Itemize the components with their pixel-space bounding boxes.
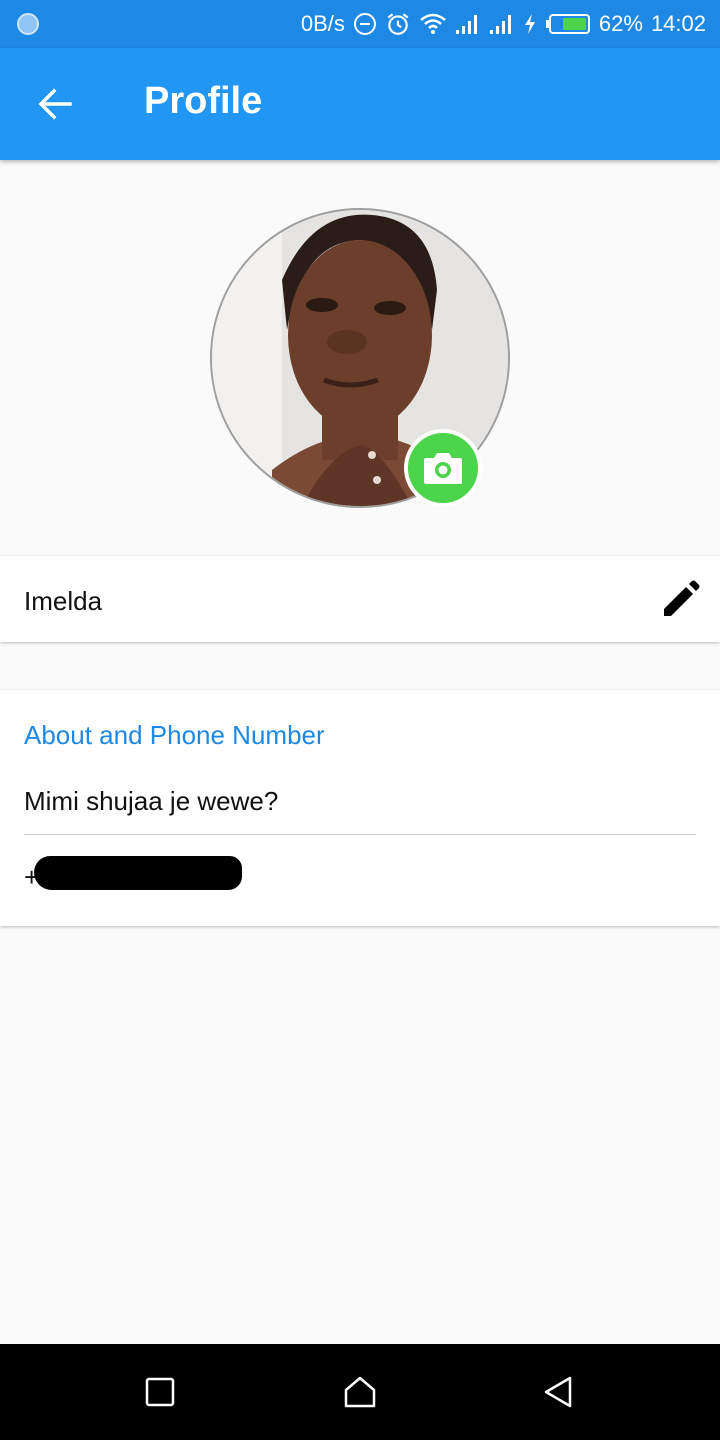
profile-name: Imelda bbox=[24, 586, 103, 616]
net-speed: 0B/s bbox=[300, 11, 345, 36]
section-title: About and Phone Number bbox=[24, 720, 325, 750]
charging-icon bbox=[524, 14, 535, 34]
arrow-left-icon[interactable] bbox=[36, 86, 76, 122]
battery-percent: 62% bbox=[598, 11, 643, 36]
redaction-mark bbox=[34, 856, 242, 890]
clock: 14:02 bbox=[650, 11, 706, 36]
triangle-back-icon[interactable] bbox=[540, 1374, 576, 1410]
signal-icon bbox=[455, 15, 477, 34]
battery-icon bbox=[545, 14, 590, 34]
about-text[interactable]: Mimi shujaa je wewe? bbox=[24, 786, 278, 817]
wifi-icon bbox=[420, 13, 446, 34]
status-icons: 0B/s 62% 14:02 bbox=[301, 0, 706, 48]
page-title: Profile bbox=[144, 80, 263, 122]
avatar-container bbox=[210, 208, 510, 508]
navigation-bar bbox=[0, 1344, 720, 1440]
alarm-icon bbox=[387, 13, 409, 35]
signal-icon bbox=[489, 15, 511, 34]
pencil-icon[interactable] bbox=[660, 580, 700, 620]
about-card: About and Phone Number Mimi shujaa je we… bbox=[0, 690, 720, 926]
app-notification-icon bbox=[17, 13, 39, 35]
camera-icon bbox=[424, 453, 462, 484]
change-photo-button[interactable] bbox=[404, 429, 482, 507]
square-icon[interactable] bbox=[142, 1374, 178, 1410]
name-card: Imelda bbox=[0, 556, 720, 642]
status-bar: 0B/s 62% 14:02 bbox=[0, 0, 720, 48]
divider bbox=[24, 834, 696, 835]
dnd-icon bbox=[353, 13, 376, 35]
app-bar: Profile bbox=[0, 48, 720, 160]
home-icon[interactable] bbox=[342, 1374, 378, 1410]
